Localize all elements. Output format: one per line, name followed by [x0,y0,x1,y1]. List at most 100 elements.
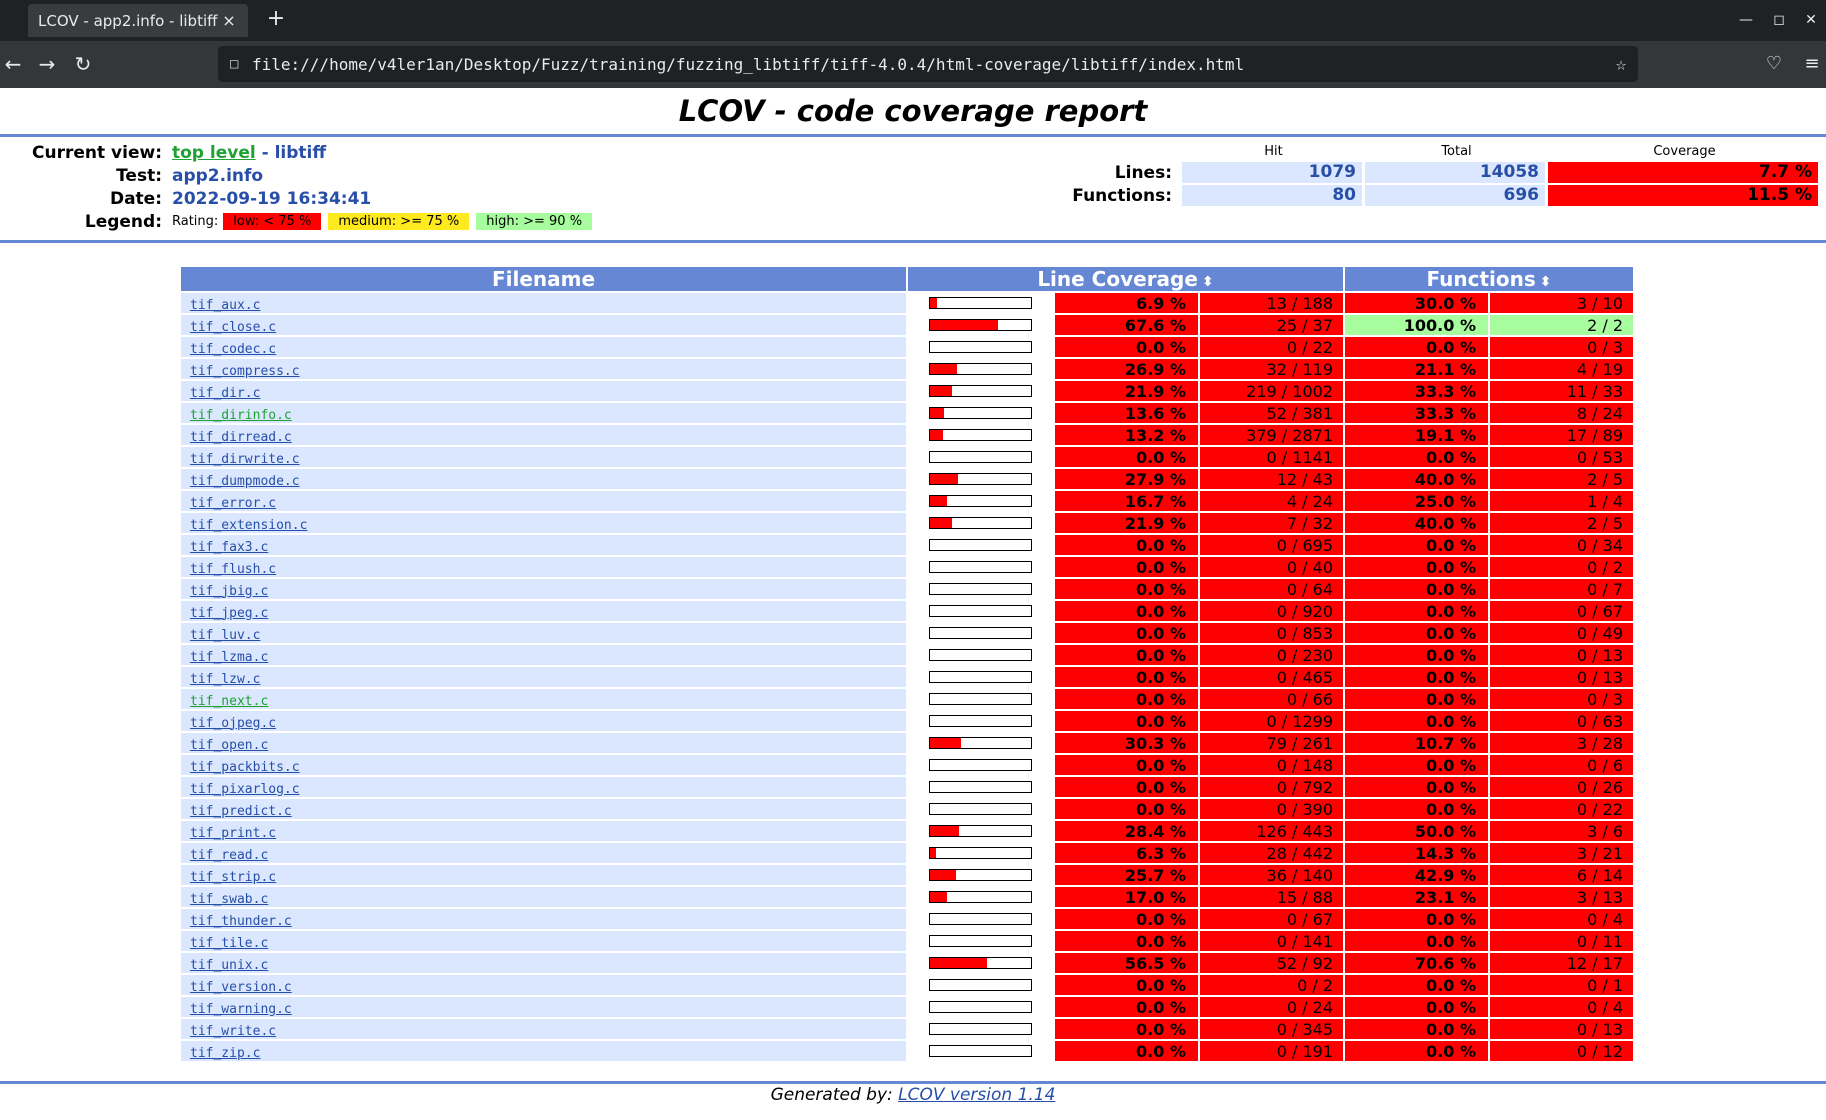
file-link[interactable]: tif_flush.c [190,562,276,577]
filename-cell: tif_swab.c [181,887,906,907]
filename-header[interactable]: Filename [181,267,906,291]
top-level-link[interactable]: top level [172,143,256,163]
file-link[interactable]: tif_zip.c [190,1046,260,1061]
function-coverage-count: 4 / 19 [1490,359,1633,379]
coverage-bar-cell [908,513,1053,533]
file-link[interactable]: tif_codec.c [190,342,276,357]
file-link[interactable]: tif_dirread.c [190,430,292,445]
table-row: tif_ojpeg.c 0.0 % 0 / 1299 0.0 % 0 / 63 [181,711,1633,731]
file-link[interactable]: tif_dir.c [190,386,260,401]
browser-tab[interactable]: LCOV - app2.info - libtiff × [28,4,248,37]
file-link[interactable]: tif_packbits.c [190,760,300,775]
function-coverage-count: 0 / 4 [1490,997,1633,1017]
file-link[interactable]: tif_lzw.c [190,672,260,687]
coverage-bar [929,913,1032,925]
coverage-bar-fill [930,474,959,484]
filename-cell: tif_dirwrite.c [181,447,906,467]
file-link[interactable]: tif_compress.c [190,364,300,379]
function-coverage-count: 3 / 28 [1490,733,1633,753]
function-coverage-percent: 0.0 % [1345,799,1488,819]
coverage-bar-cell [908,623,1053,643]
filename-cell: tif_strip.c [181,865,906,885]
coverage-bar-cell [908,425,1053,445]
pocket-icon[interactable]: ♡ [1762,53,1786,74]
test-label: Test: [116,165,162,186]
file-link[interactable]: tif_print.c [190,826,276,841]
file-link[interactable]: tif_lzma.c [190,650,268,665]
new-tab-button[interactable]: + [262,6,290,31]
function-coverage-percent: 0.0 % [1345,535,1488,555]
bookmark-star-icon[interactable]: ☆ [1604,54,1638,75]
file-link[interactable]: tif_dumpmode.c [190,474,300,489]
lcov-version-link[interactable]: LCOV version 1.14 [898,1085,1055,1105]
tab-close-icon[interactable]: × [220,11,238,30]
sort-icon[interactable]: ⬍ [1202,274,1214,290]
file-link[interactable]: tif_error.c [190,496,276,511]
file-link[interactable]: tif_next.c [190,694,268,709]
functions-header[interactable]: Functions ⬍ [1345,267,1633,291]
function-coverage-percent: 10.7 % [1345,733,1488,753]
line-coverage-header[interactable]: Line Coverage ⬍ [908,267,1343,291]
forward-arrow-icon[interactable]: → [34,52,60,76]
file-link[interactable]: tif_dirinfo.c [190,408,292,423]
line-coverage-count: 0 / 920 [1200,601,1343,621]
file-link[interactable]: tif_unix.c [190,958,268,973]
menu-icon[interactable]: ≡ [1800,53,1824,74]
file-link[interactable]: tif_read.c [190,848,268,863]
coverage-bar [929,539,1032,551]
line-coverage-percent: 67.6 % [1055,315,1198,335]
filename-cell: tif_lzma.c [181,645,906,665]
file-link[interactable]: tif_jbig.c [190,584,268,599]
minimize-icon[interactable]: — [1735,9,1757,31]
coverage-bar [929,1001,1032,1013]
function-coverage-count: 0 / 1 [1490,975,1633,995]
line-coverage-count: 0 / 465 [1200,667,1343,687]
line-coverage-count: 15 / 88 [1200,887,1343,907]
table-header-row: Filename Line Coverage ⬍ Functions ⬍ [181,267,1633,291]
file-link[interactable]: tif_tile.c [190,936,268,951]
function-coverage-count: 0 / 6 [1490,755,1633,775]
file-link[interactable]: tif_version.c [190,980,292,995]
function-coverage-percent: 100.0 % [1345,315,1488,335]
file-link[interactable]: tif_aux.c [190,298,260,313]
file-link[interactable]: tif_pixarlog.c [190,782,300,797]
file-link[interactable]: tif_write.c [190,1024,276,1039]
file-link[interactable]: tif_swab.c [190,892,268,907]
file-link[interactable]: tif_ojpeg.c [190,716,276,731]
file-link[interactable]: tif_warning.c [190,1002,292,1017]
line-coverage-percent: 0.0 % [1055,645,1198,665]
reload-icon[interactable]: ↻ [70,52,96,76]
file-link[interactable]: tif_luv.c [190,628,260,643]
file-link[interactable]: tif_strip.c [190,870,276,885]
window-close-icon[interactable]: ✕ [1800,9,1822,31]
line-coverage-percent: 0.0 % [1055,711,1198,731]
coverage-bar [929,737,1032,749]
stats-head-total: Total [1441,143,1472,159]
coverage-bar-cell [908,645,1053,665]
coverage-bar-fill [930,364,958,374]
filename-cell: tif_zip.c [181,1041,906,1061]
generated-by-text: Generated by: [770,1085,899,1105]
file-link[interactable]: tif_extension.c [190,518,307,533]
filename-cell: tif_luv.c [181,623,906,643]
filename-cell: tif_jbig.c [181,579,906,599]
back-arrow-icon[interactable]: ← [0,52,26,76]
table-row: tif_dirwrite.c 0.0 % 0 / 1141 0.0 % 0 / 53 [181,447,1633,467]
maximize-icon[interactable]: ◻ [1768,9,1790,31]
file-link[interactable]: tif_fax3.c [190,540,268,555]
file-link[interactable]: tif_thunder.c [190,914,292,929]
footer: Generated by: LCOV version 1.14 [0,1084,1826,1105]
address-bar[interactable]: □ file:///home/v4ler1an/Desktop/Fuzz/tra… [218,46,1638,82]
sort-icon[interactable]: ⬍ [1540,274,1552,290]
line-coverage-percent: 56.5 % [1055,953,1198,973]
line-coverage-percent: 0.0 % [1055,337,1198,357]
file-link[interactable]: tif_jpeg.c [190,606,268,621]
lcov-page: LCOV - code coverage report Current view… [0,88,1826,243]
function-coverage-count: 0 / 49 [1490,623,1633,643]
url-text[interactable]: file:///home/v4ler1an/Desktop/Fuzz/train… [252,55,1604,74]
functions-label: Functions: [1072,185,1172,206]
file-link[interactable]: tif_close.c [190,320,276,335]
file-link[interactable]: tif_predict.c [190,804,292,819]
file-link[interactable]: tif_dirwrite.c [190,452,300,467]
file-link[interactable]: tif_open.c [190,738,268,753]
